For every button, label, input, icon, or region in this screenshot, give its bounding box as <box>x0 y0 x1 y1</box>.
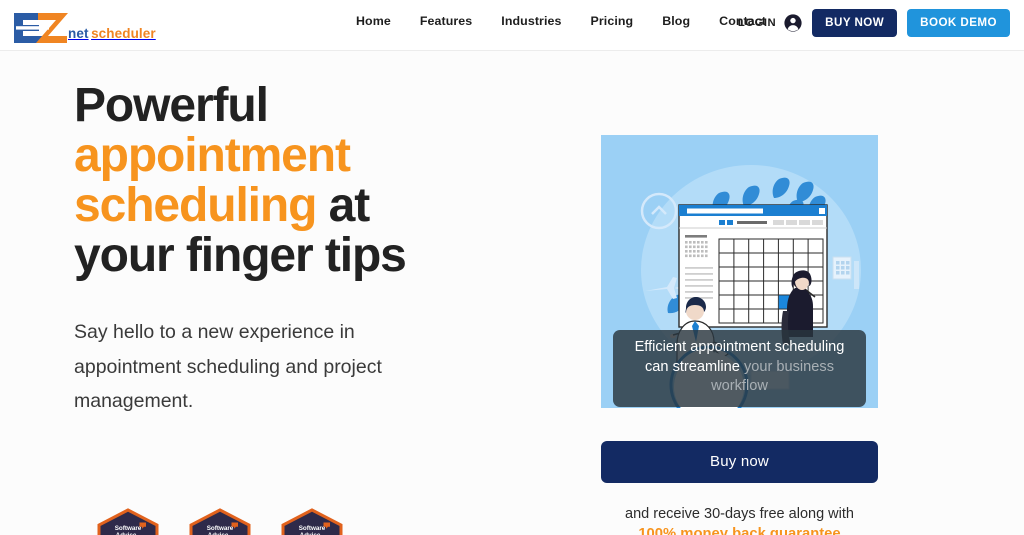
headline-line-4: your finger tips <box>74 229 407 283</box>
nav-item-features[interactable]: Features <box>420 14 472 28</box>
logo-wordmark: net scheduler <box>68 26 156 45</box>
nav-item-pricing[interactable]: Pricing <box>591 14 634 28</box>
logo-word-net: net <box>68 26 89 41</box>
award-badge-2022[interactable]: Software Advice FRONT RUNNERS 2022 <box>279 508 345 535</box>
nav-item-industries[interactable]: Industries <box>501 14 561 28</box>
award-badge-list: Software Advice FRONT RUNNERS 2024 Softw… <box>95 508 345 535</box>
book-demo-button[interactable]: BOOK DEMO <box>907 9 1010 37</box>
buy-now-button-header[interactable]: BUY NOW <box>812 9 898 37</box>
video-caption: Efficient appointment scheduling can str… <box>613 329 866 407</box>
main-navigation: Home Features Industries Pricing Blog Co… <box>356 14 766 28</box>
hero-video-thumbnail[interactable]: Efficient appointment scheduling can str… <box>601 135 878 408</box>
headline-line-1: Powerful <box>74 79 269 132</box>
hero-section: Powerful appointment scheduling at your … <box>0 51 1024 535</box>
badge-top-line1-2024: Software <box>115 525 142 532</box>
promo-offer-text: and receive 30-days free along with <box>625 506 854 522</box>
ez-logo-mark-icon <box>12 11 70 45</box>
headline-line-3-rest: at <box>328 179 371 233</box>
hero-cta-column: Efficient appointment scheduling can str… <box>601 135 878 535</box>
logo-word-scheduler: scheduler <box>91 26 156 41</box>
header-actions: LOGIN BUY NOW BOOK DEMO <box>738 9 1010 37</box>
logo-link[interactable]: net scheduler <box>12 5 156 45</box>
headline-line-3-accent: scheduling <box>74 179 317 233</box>
login-link[interactable]: LOGIN <box>738 17 776 29</box>
badge-top-line1-2022: Software <box>299 525 326 532</box>
page-title: Powerful appointment scheduling at your … <box>74 79 554 283</box>
nav-item-home[interactable]: Home <box>356 14 391 28</box>
hero-subheading: Say hello to a new experience in appoint… <box>74 320 382 413</box>
hero-text-column: Powerful appointment scheduling at your … <box>74 79 554 419</box>
award-badge-2023[interactable]: Software Advice FRONT RUNNERS 2023 <box>187 508 253 535</box>
award-badge-2024[interactable]: Software Advice FRONT RUNNERS 2024 <box>95 508 161 535</box>
badge-top-line1-2023: Software <box>207 525 234 532</box>
buy-now-button-hero[interactable]: Buy now <box>601 441 878 483</box>
user-circle-icon[interactable] <box>784 14 802 32</box>
site-header: net scheduler Home Features Industries P… <box>0 0 1024 51</box>
money-back-guarantee-text: 100% money back guarantee <box>638 525 841 535</box>
headline-line-2: appointment <box>74 129 351 183</box>
nav-item-blog[interactable]: Blog <box>662 14 690 28</box>
